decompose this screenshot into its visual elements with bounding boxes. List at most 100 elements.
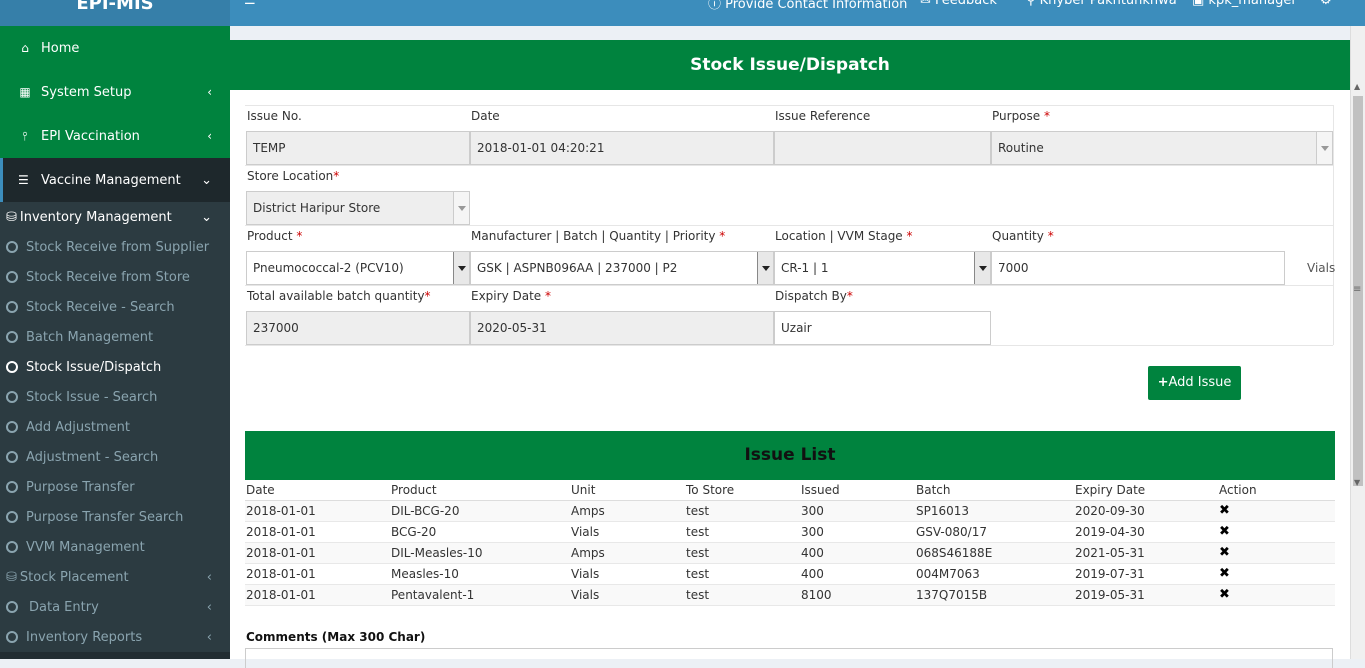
sidebar-item-label: Vaccine Management: [41, 172, 181, 188]
chevron-left-icon: ‹: [207, 85, 212, 99]
product-select[interactable]: Pneumococcal-2 (PCV10): [246, 251, 470, 285]
grid-icon: ▦: [19, 85, 31, 99]
close-icon[interactable]: ✖: [1219, 587, 1230, 602]
chevron-down-icon: [453, 252, 469, 284]
sidebar-item-inventory-reports[interactable]: Inventory Reports ‹: [0, 622, 230, 652]
store-location-select[interactable]: District Haripur Store: [246, 191, 470, 225]
comments-textarea[interactable]: [245, 648, 1333, 668]
table-row: 2018-01-01 DIL-BCG-20 Amps test 300 SP16…: [245, 501, 1335, 522]
contact-link[interactable]: ⓘ Provide Contact Information: [708, 0, 907, 12]
sidebar-item-label: Home: [41, 40, 80, 56]
table-cell: 2018-01-01: [246, 567, 316, 581]
expiry-date-field[interactable]: 2020-05-31: [470, 311, 774, 345]
chevron-down-icon: ⌄: [201, 209, 212, 225]
circle-icon: [6, 361, 18, 373]
cubes-icon: ⛁: [6, 569, 17, 585]
table-cell: test: [686, 525, 710, 539]
province-link[interactable]: ⚲ Khyber Pakhtunkhwa: [1026, 0, 1177, 8]
circle-icon: [6, 601, 18, 613]
table-cell: GSV-080/17: [916, 525, 987, 539]
sidebar-subitem[interactable]: Stock Receive - Search: [0, 292, 230, 322]
store-location-value: District Haripur Store: [253, 201, 381, 215]
batch-select[interactable]: GSK | ASPNB096AA | 237000 | P2: [470, 251, 774, 285]
sidebar-item-epi-vaccination[interactable]: ⫯ EPI Vaccination ‹: [0, 114, 230, 158]
scroll-down-icon[interactable]: ▼: [1354, 478, 1360, 487]
table-cell: SP16013: [916, 504, 970, 518]
main-content: Stock Issue/Dispatch Issue No. TEMP Date…: [230, 26, 1350, 668]
table-cell: DIL-BCG-20: [391, 504, 460, 518]
circle-icon: [6, 631, 18, 643]
location-label-text: Location | VVM Stage: [775, 229, 903, 243]
column-header: To Store: [686, 483, 735, 497]
issue-no-label: Issue No.: [247, 109, 302, 123]
sidebar-item-system-setup[interactable]: ▦ System Setup ‹: [0, 70, 230, 114]
divider: [245, 345, 1333, 346]
close-icon[interactable]: ✖: [1219, 545, 1230, 560]
close-icon[interactable]: ✖: [1219, 566, 1230, 581]
table-cell: 2018-01-01: [246, 588, 316, 602]
add-issue-button[interactable]: +Add Issue: [1148, 366, 1241, 400]
location-select[interactable]: CR-1 | 1: [774, 251, 991, 285]
table-cell: Amps: [571, 504, 605, 518]
table-cell: DIL-Measles-10: [391, 546, 483, 560]
issue-no-field[interactable]: TEMP: [246, 131, 470, 165]
sidebar-item-vaccine-management[interactable]: ☰ Vaccine Management ⌄: [0, 158, 230, 202]
sidebar-subitem-label: Batch Management: [26, 329, 154, 345]
total-quantity-label-text: Total available batch quantity: [247, 289, 425, 303]
circle-icon: [6, 301, 18, 313]
dispatch-by-input[interactable]: Uzair: [774, 311, 991, 345]
date-field[interactable]: 2018-01-01 04:20:21: [470, 131, 774, 165]
bars-icon[interactable]: ☰: [244, 0, 256, 8]
chevron-down-icon: [453, 192, 469, 224]
sidebar-subitem-label: Add Adjustment: [26, 419, 130, 435]
sidebar-subitem[interactable]: Purpose Transfer Search: [0, 502, 230, 532]
divider: [245, 165, 1333, 166]
total-quantity-field[interactable]: 237000: [246, 311, 470, 345]
purpose-label: Purpose *: [992, 109, 1050, 123]
quantity-input[interactable]: 7000: [991, 251, 1285, 285]
sidebar-subitem[interactable]: Stock Receive from Supplier: [0, 232, 230, 262]
date-label: Date: [471, 109, 500, 123]
sidebar-subitem[interactable]: Adjustment - Search: [0, 442, 230, 472]
purpose-select[interactable]: Routine: [991, 131, 1333, 165]
close-icon[interactable]: ✖: [1219, 524, 1230, 539]
gears-icon[interactable]: ⚙: [1320, 0, 1332, 8]
sidebar-item-home[interactable]: ⌂ Home: [0, 26, 230, 70]
sidebar-item-data-entry[interactable]: Data Entry ‹: [0, 592, 230, 622]
table-cell: 400: [801, 546, 824, 560]
sidebar-subitem[interactable]: Purpose Transfer: [0, 472, 230, 502]
sidebar-subitem-label: Purpose Transfer: [26, 479, 135, 495]
sidebar-item-inventory-management[interactable]: ⛁ Inventory Management ⌄: [0, 202, 230, 232]
sidebar-subitem-label: Stock Issue/Dispatch: [26, 359, 162, 375]
sidebar-subitem[interactable]: Batch Management: [0, 322, 230, 352]
app-logo[interactable]: EPI-MIS: [0, 0, 230, 26]
chevron-down-icon: [1316, 132, 1332, 164]
table-cell: test: [686, 567, 710, 581]
sidebar-item-stock-placement[interactable]: ⛁ Stock Placement ‹: [0, 562, 230, 592]
sidebar-subitem[interactable]: Stock Receive from Store: [0, 262, 230, 292]
user-label: kpk_manager: [1208, 0, 1297, 8]
required-mark: *: [906, 229, 913, 243]
feedback-link[interactable]: ✉ Feedback: [920, 0, 997, 8]
required-mark: *: [846, 289, 853, 303]
required-mark: *: [424, 289, 431, 303]
sidebar-subitem[interactable]: VVM Management: [0, 532, 230, 562]
table-cell: 2018-01-01: [246, 525, 316, 539]
user-menu[interactable]: ▣ kpk_manager: [1192, 0, 1297, 8]
required-mark: *: [333, 169, 340, 183]
sidebar-subitem-label: Stock Receive from Store: [26, 269, 190, 285]
dispatch-by-label-text: Dispatch By: [775, 289, 847, 303]
sidebar-subitem-current[interactable]: Stock Issue/Dispatch: [0, 352, 230, 382]
table-cell: 068S46188E: [916, 546, 993, 560]
page-scrollbar[interactable]: ▲ ≡ ▼: [1350, 26, 1365, 659]
store-location-label: Store Location*: [247, 169, 339, 183]
sidebar-subitem[interactable]: Stock Issue - Search: [0, 382, 230, 412]
close-icon[interactable]: ✖: [1219, 503, 1230, 518]
chevron-down-icon: [757, 252, 773, 284]
expiry-date-label-text: Expiry Date: [471, 289, 542, 303]
issue-reference-field[interactable]: [774, 131, 991, 165]
sidebar-item-label: Inventory Management: [19, 209, 172, 225]
scroll-up-icon[interactable]: ▲: [1354, 82, 1360, 91]
sidebar-subitem[interactable]: Add Adjustment: [0, 412, 230, 442]
required-mark: *: [545, 289, 551, 303]
